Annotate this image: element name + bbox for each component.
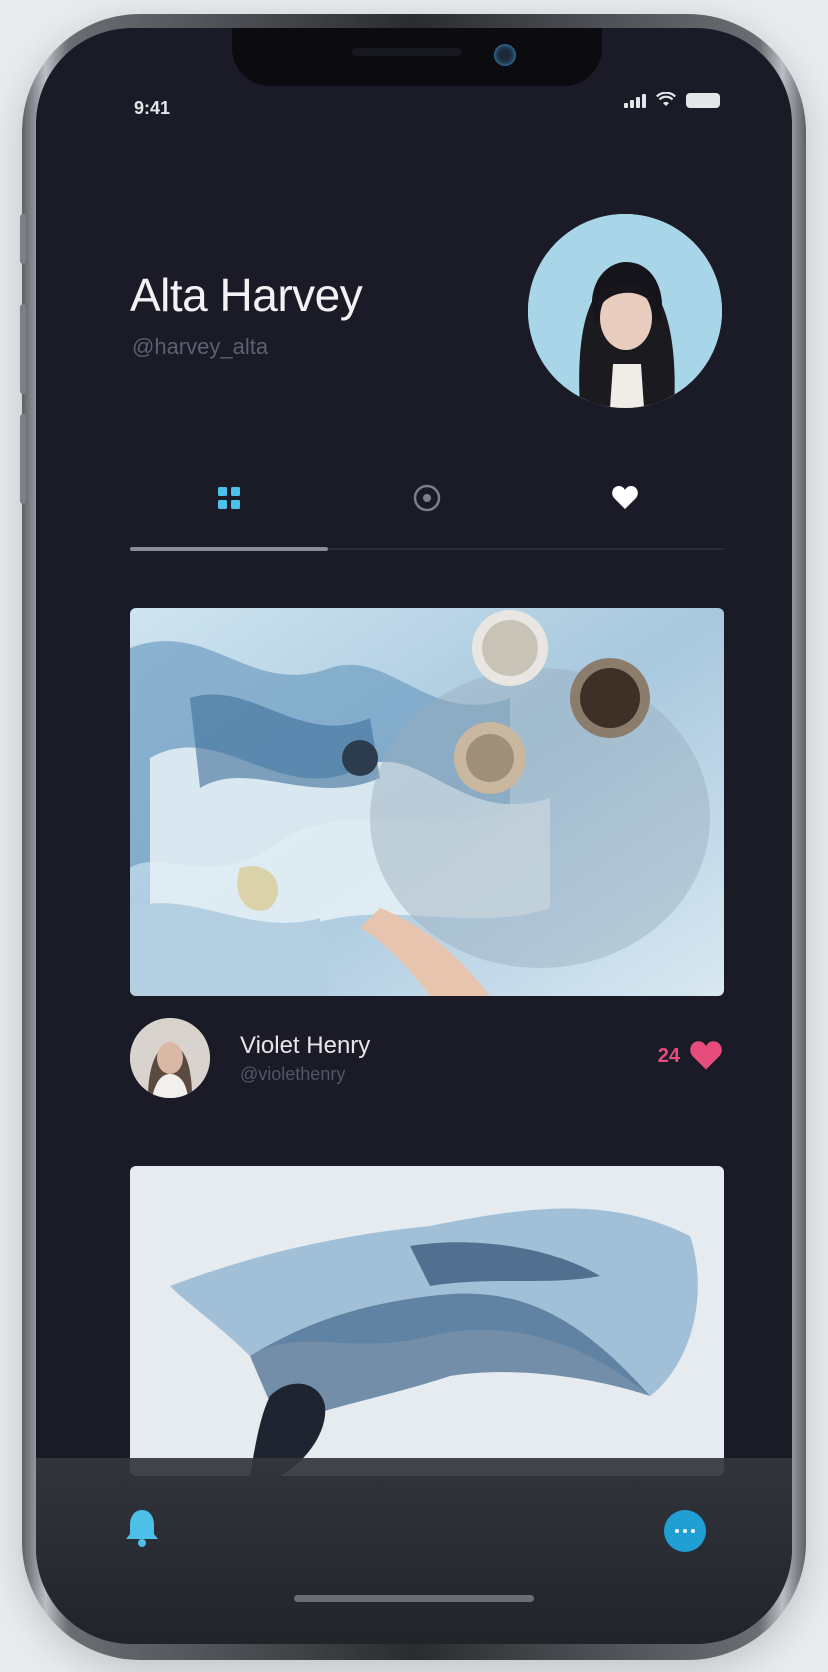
mute-switch xyxy=(20,214,26,264)
grid-icon xyxy=(218,487,240,509)
chat-icon xyxy=(675,1529,679,1533)
author-name[interactable]: Violet Henry xyxy=(240,1032,370,1060)
heart-icon xyxy=(612,486,638,509)
speaker-grille xyxy=(352,48,462,56)
battery-icon xyxy=(686,92,720,108)
tab-explore[interactable] xyxy=(328,468,526,528)
author-handle: @violethenry xyxy=(240,1064,346,1084)
volume-up-button xyxy=(20,304,26,394)
like-button[interactable]: 24 xyxy=(658,1040,724,1072)
blue-fabric-photo xyxy=(130,1166,724,1476)
profile-name: Alta Harvey xyxy=(130,269,363,321)
profile-photo xyxy=(528,214,722,408)
volume-down-button xyxy=(20,414,26,504)
author-photo xyxy=(130,1018,210,1098)
notch xyxy=(232,28,602,86)
tab-likes[interactable] xyxy=(526,468,724,528)
paint-palette-photo xyxy=(130,608,724,996)
post-image-2[interactable] xyxy=(130,1166,724,1476)
app-screen: 9:41 Alta Harvey @harvey_alta Violet Hen… xyxy=(36,28,792,1644)
heart-icon xyxy=(690,1041,722,1070)
profile-handle: @harvey_alta xyxy=(132,334,269,359)
compass-icon xyxy=(413,484,441,512)
author-avatar[interactable] xyxy=(130,1018,210,1098)
chat-button[interactable] xyxy=(664,1510,706,1552)
bottom-navigation xyxy=(36,1458,792,1644)
like-count: 24 xyxy=(657,1044,680,1067)
post-image-1[interactable] xyxy=(130,608,724,996)
home-indicator[interactable] xyxy=(294,1595,534,1602)
tab-grid[interactable] xyxy=(130,468,328,528)
post-meta-1: Violet Henry @violethenry 24 xyxy=(130,1018,724,1108)
notifications-button[interactable] xyxy=(124,1507,160,1552)
signal-icon xyxy=(624,92,646,108)
camera-icon xyxy=(494,44,516,66)
wifi-icon xyxy=(656,92,676,106)
profile-avatar[interactable] xyxy=(528,214,722,408)
status-time: 9:41 xyxy=(134,98,171,118)
bell-icon xyxy=(126,1510,158,1547)
profile-tabs xyxy=(130,468,724,558)
tab-active-indicator xyxy=(130,547,328,551)
status-icons xyxy=(624,92,720,108)
